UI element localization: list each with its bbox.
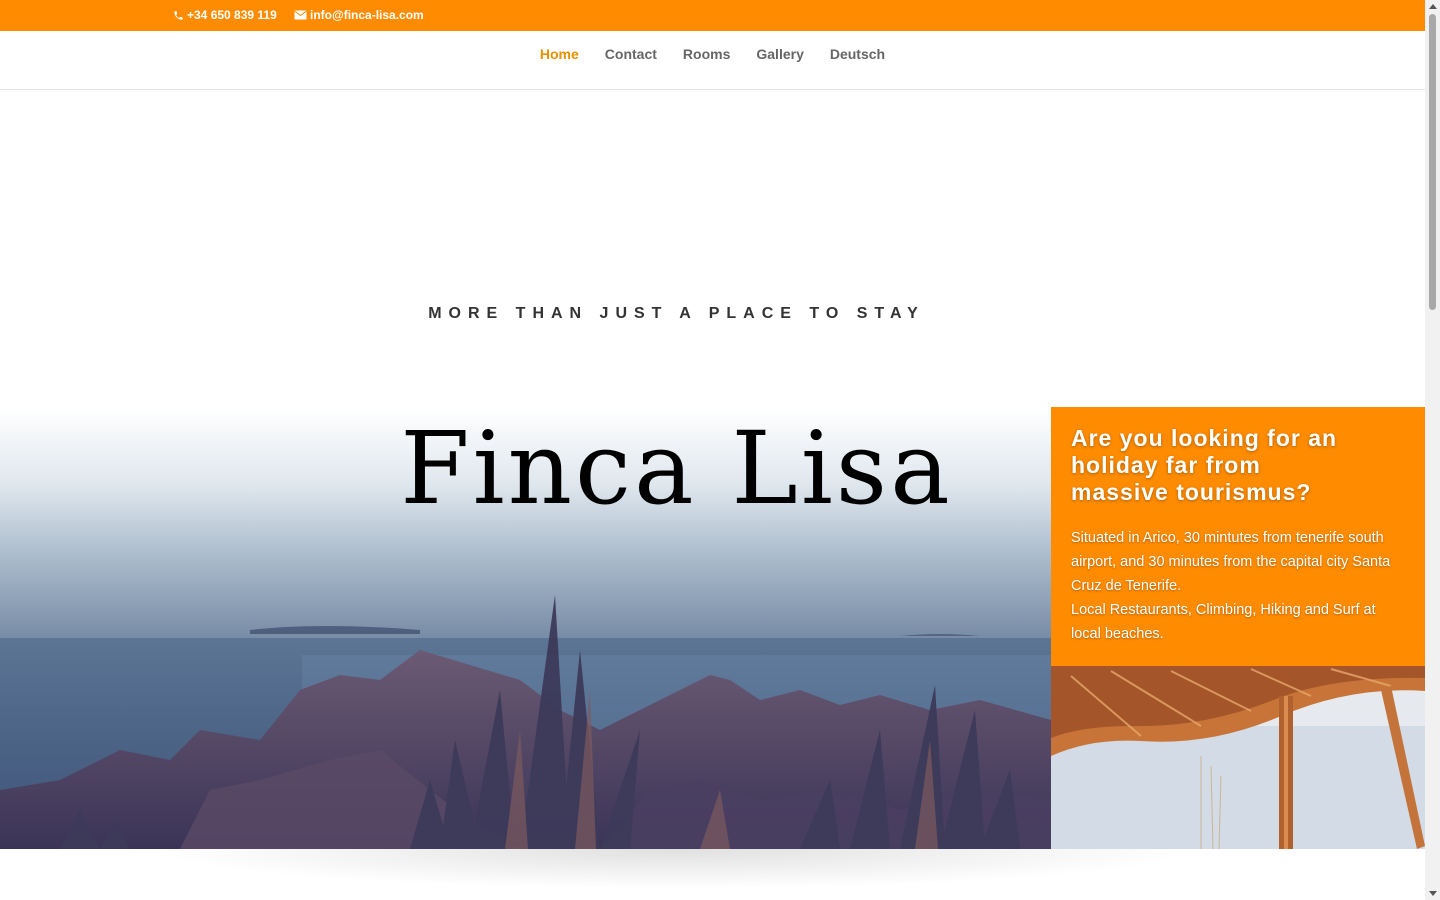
main-navigation: Home Contact Rooms Gallery Deutsch [0, 45, 1425, 63]
nav-item-deutsch[interactable]: Deutsch [830, 45, 885, 63]
top-contact-bar: +34 650 839 119 info@finca-lisa.com [0, 0, 1425, 31]
phone-icon [174, 10, 183, 20]
section-shadow [150, 849, 1200, 889]
site-header: Home Contact Rooms Gallery Deutsch [0, 31, 1425, 90]
email-address[interactable]: info@finca-lisa.com [310, 8, 424, 22]
info-card-paragraph: Situated in Arico, 30 mintutes from tene… [1071, 530, 1391, 594]
scroll-up-arrow-icon[interactable] [1429, 4, 1437, 9]
scroll-down-arrow-icon[interactable] [1429, 891, 1437, 896]
email-contact[interactable]: info@finca-lisa.com [294, 8, 424, 22]
phone-contact[interactable]: +34 650 839 119 [173, 8, 277, 22]
nav-item-contact[interactable]: Contact [605, 45, 657, 63]
phone-number[interactable]: +34 650 839 119 [187, 8, 277, 22]
info-card-heading: Are you looking for an holiday far from … [1071, 425, 1338, 505]
nav-item-home[interactable]: Home [540, 45, 579, 63]
straw-umbrella-image [1051, 666, 1425, 849]
scrollbar-thumb[interactable] [1429, 14, 1436, 310]
info-card-paragraph-activities: Local Restaurants, Climbing, Hiking and … [1071, 602, 1376, 642]
vertical-scrollbar[interactable] [1425, 0, 1440, 900]
info-card: Are you looking for an holiday far from … [1051, 407, 1425, 666]
envelope-icon [294, 10, 307, 20]
nav-item-gallery[interactable]: Gallery [756, 45, 803, 63]
nav-item-rooms[interactable]: Rooms [683, 45, 730, 63]
hero-subtitle: MORE THAN JUST A PLACE TO STAY [428, 305, 925, 322]
